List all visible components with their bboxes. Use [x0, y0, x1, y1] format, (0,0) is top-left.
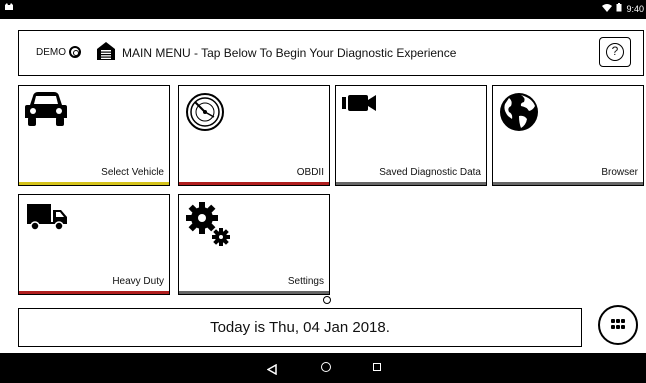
tile-settings[interactable]: Settings: [178, 194, 330, 295]
status-bar: 9:40: [0, 0, 646, 19]
car-icon: [25, 92, 67, 131]
tile-accent-bar: [336, 182, 486, 185]
video-camera-icon: [342, 92, 376, 119]
page-indicator-dot: [323, 296, 331, 304]
help-icon: ?: [606, 43, 624, 61]
truck-icon: [25, 201, 67, 236]
tile-label: Heavy Duty: [112, 276, 164, 287]
tile-accent-bar: [493, 182, 643, 185]
tile-accent-bar: [179, 182, 329, 185]
tile-label: OBDII: [296, 167, 324, 178]
help-button[interactable]: ?: [599, 37, 631, 67]
wifi-icon: [602, 3, 613, 14]
apps-grid-icon: [611, 319, 625, 331]
date-text: Today is Thu, 04 Jan 2018.: [210, 319, 390, 336]
gears-icon: [185, 201, 233, 254]
gauge-icon: [185, 92, 225, 137]
tile-browser[interactable]: Browser: [492, 85, 644, 186]
tile-label: Select Vehicle: [101, 167, 164, 178]
tile-select-vehicle[interactable]: Select Vehicle: [18, 85, 170, 186]
status-clock: 9:40: [626, 3, 644, 14]
battery-icon: [616, 3, 622, 14]
back-icon[interactable]: [266, 362, 277, 380]
tile-accent-bar: [19, 291, 169, 294]
recents-icon[interactable]: [373, 363, 381, 371]
apps-button[interactable]: [598, 305, 638, 345]
demo-indicator[interactable]: DEMO: [36, 46, 81, 58]
tile-obdii[interactable]: OBDII: [178, 85, 330, 186]
tile-label: Settings: [287, 276, 324, 287]
tile-label: Saved Diagnostic Data: [379, 167, 481, 178]
globe-icon: [499, 92, 539, 137]
tile-accent-bar: [19, 182, 169, 185]
tile-heavy-duty[interactable]: Heavy Duty: [18, 194, 170, 295]
main-menu-header: DEMO MAIN MENU - Tap Below To Begin Your…: [18, 30, 644, 76]
navigation-bar: [0, 353, 646, 383]
garage-home-icon[interactable]: [96, 41, 116, 61]
home-icon[interactable]: [321, 362, 331, 372]
page-title: MAIN MENU - Tap Below To Begin Your Diag…: [122, 46, 457, 60]
demo-target-icon: [69, 46, 81, 58]
demo-label: DEMO: [36, 46, 66, 58]
android-cat-icon: [4, 3, 14, 13]
tile-accent-bar: [179, 291, 329, 294]
tile-saved-diagnostic-data[interactable]: Saved Diagnostic Data: [335, 85, 487, 186]
tile-label: Browser: [601, 167, 638, 178]
date-display: Today is Thu, 04 Jan 2018.: [18, 308, 582, 347]
